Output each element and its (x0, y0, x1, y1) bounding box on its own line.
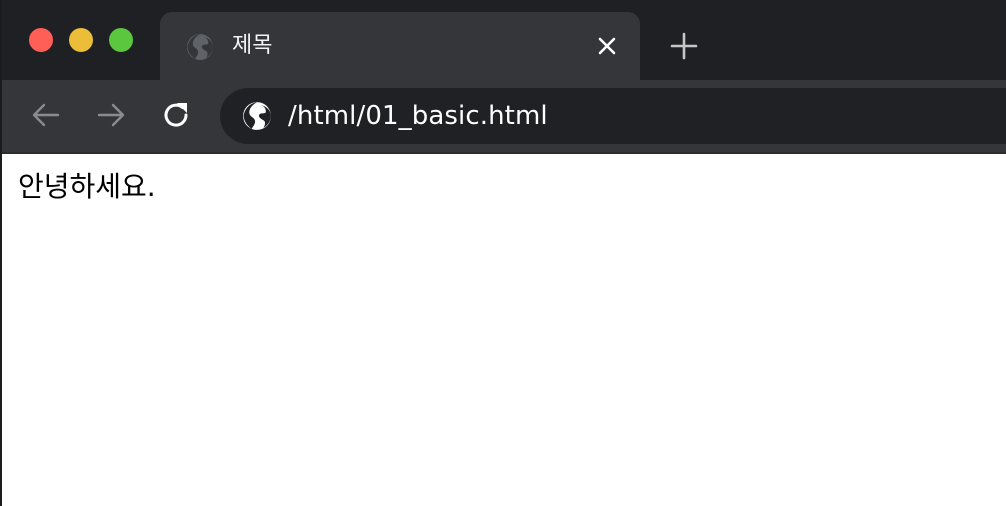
arrow-right-icon (97, 103, 125, 127)
browser-window: 제목 /html/01_basic.html 안녕하세요. (0, 0, 1006, 506)
forward-button[interactable] (95, 99, 127, 131)
url-text[interactable]: /html/01_basic.html (288, 100, 548, 132)
maximize-window-button[interactable] (109, 28, 133, 52)
close-tab-icon[interactable] (596, 35, 618, 57)
tab-strip: 제목 (2, 0, 1006, 80)
arrow-left-icon (32, 103, 60, 127)
reload-icon (164, 103, 188, 127)
new-tab-button[interactable] (669, 31, 699, 61)
globe-icon (186, 33, 214, 61)
reload-button[interactable] (160, 99, 192, 131)
address-bar[interactable]: /html/01_basic.html (220, 88, 1006, 144)
globe-icon[interactable] (242, 101, 272, 131)
tab-active[interactable]: 제목 (160, 12, 640, 80)
close-window-button[interactable] (29, 28, 53, 52)
back-button[interactable] (30, 99, 62, 131)
tab-title: 제목 (232, 33, 273, 58)
minimize-window-button[interactable] (69, 28, 93, 52)
page-content: 안녕하세요. (2, 154, 1006, 506)
plus-icon (670, 32, 698, 60)
toolbar: /html/01_basic.html (2, 80, 1006, 152)
body-text: 안녕하세요. (18, 170, 156, 203)
